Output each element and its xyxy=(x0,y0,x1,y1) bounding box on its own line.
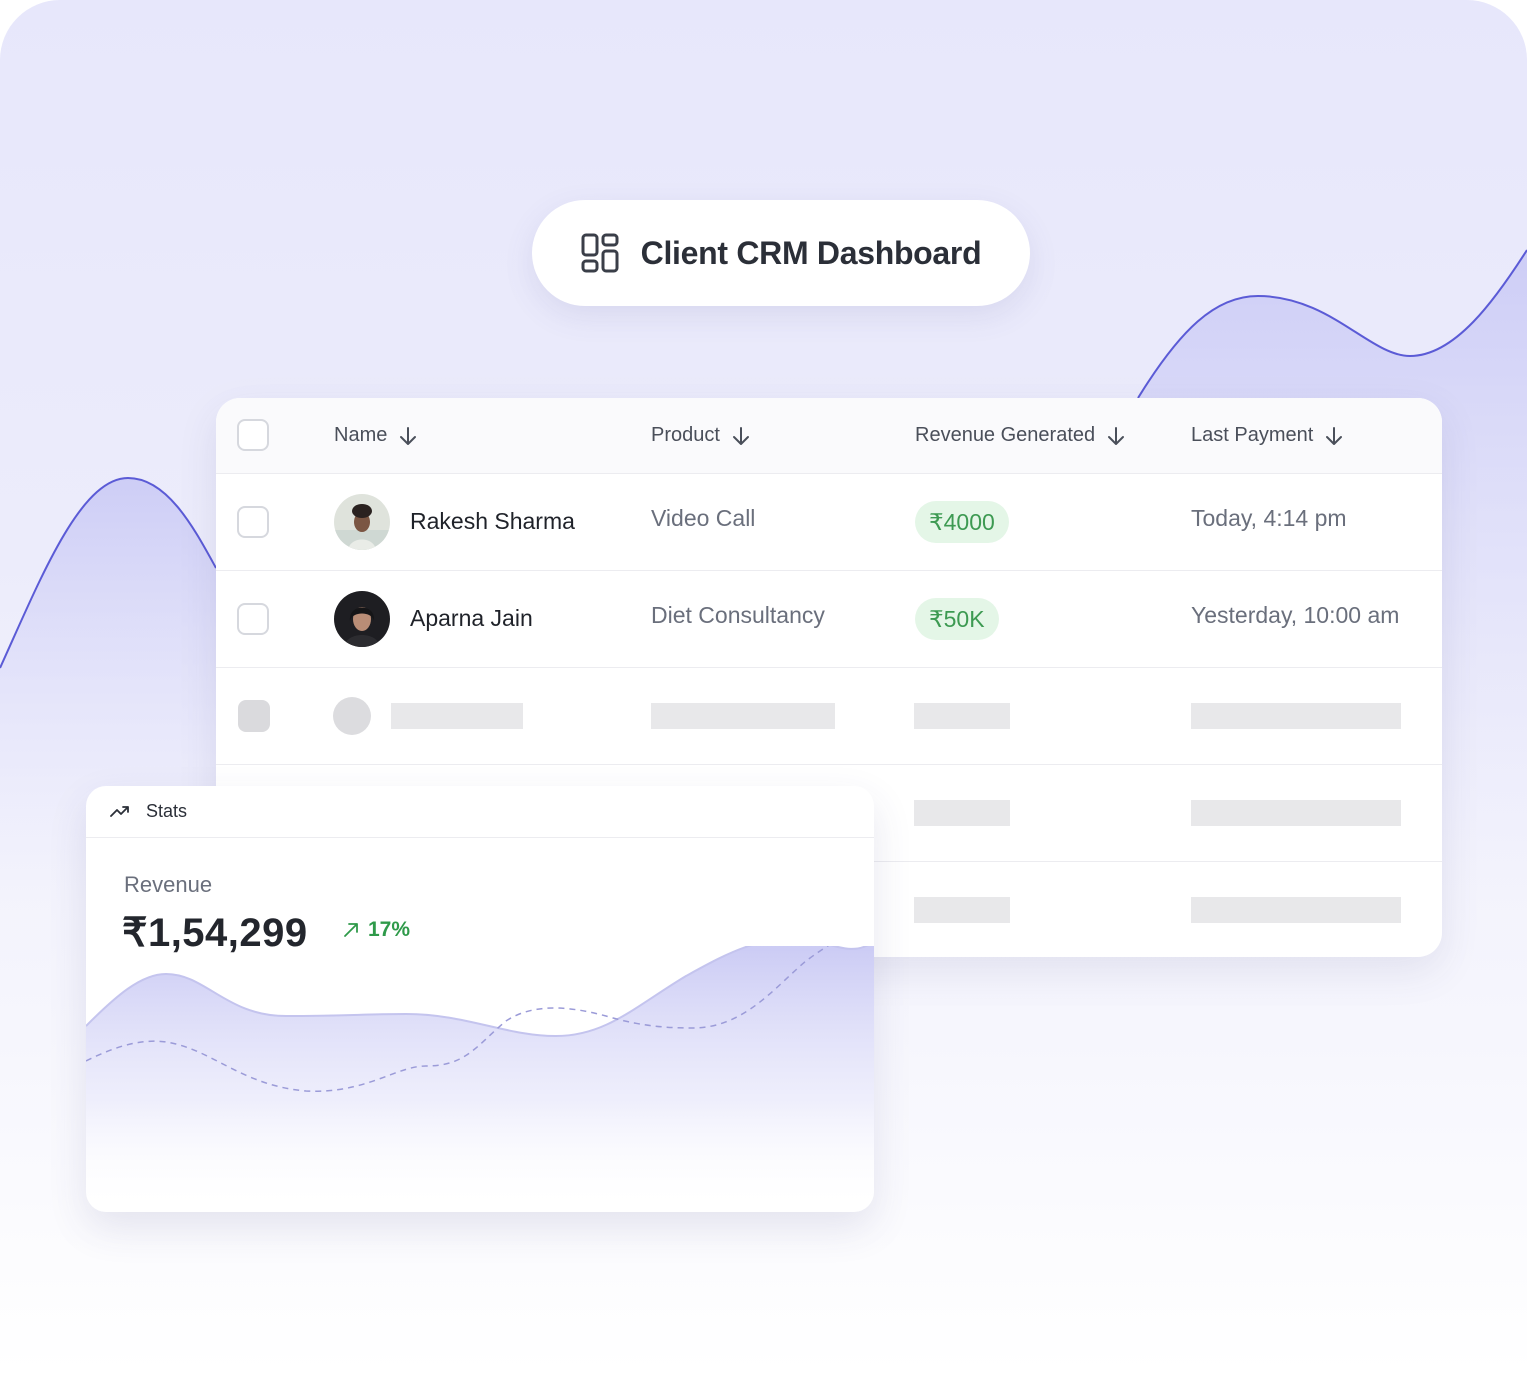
arrow-down-icon xyxy=(1326,426,1343,445)
arrow-down-icon xyxy=(732,426,749,445)
placeholder-bar xyxy=(391,703,523,729)
column-label: Revenue Generated xyxy=(915,424,1096,446)
column-label: Last Payment xyxy=(1191,424,1314,446)
avatar-image xyxy=(334,494,390,550)
avatar xyxy=(334,591,390,647)
arrow-up-right-icon xyxy=(344,923,358,937)
placeholder-checkbox xyxy=(238,700,270,732)
product-name: Video Call xyxy=(651,505,756,531)
placeholder-bar xyxy=(1191,897,1401,923)
stats-header: Stats xyxy=(86,786,874,838)
avatar-image xyxy=(334,591,390,647)
trend-up-icon xyxy=(110,805,129,817)
product-name: Diet Consultancy xyxy=(651,602,825,628)
column-header-name[interactable]: Name xyxy=(334,398,419,473)
client-name: Aparna Jain xyxy=(410,605,533,631)
placeholder-bar xyxy=(1191,800,1401,826)
grid-layout-icon xyxy=(581,233,619,273)
select-all-checkbox[interactable] xyxy=(237,419,269,451)
placeholder-bar xyxy=(914,897,1010,923)
avatar xyxy=(334,494,390,550)
placeholder-bar xyxy=(1191,703,1401,729)
arrow-down-icon xyxy=(1108,426,1125,445)
page-title: Client CRM Dashboard xyxy=(640,234,982,271)
revenue-sparkline xyxy=(86,946,874,1212)
revenue-badge: ₹50K xyxy=(915,598,999,640)
placeholder-avatar xyxy=(333,697,371,735)
revenue-change: 17% xyxy=(340,918,410,942)
placeholder-bar xyxy=(914,800,1010,826)
stats-card: Stats Revenue ₹1,54,299 17% xyxy=(86,786,874,1212)
table-row[interactable]: Rakesh Sharma Video Call ₹4000 Today, 4:… xyxy=(216,474,1442,571)
column-header-revenue[interactable]: Revenue Generated xyxy=(915,398,1127,473)
last-payment: Today, 4:14 pm xyxy=(1191,505,1347,531)
column-label: Product xyxy=(651,424,720,446)
row-checkbox[interactable] xyxy=(237,603,269,635)
stats-title: Stats xyxy=(146,801,188,821)
last-payment: Yesterday, 10:00 am xyxy=(1191,602,1400,628)
dashboard-title-pill: Client CRM Dashboard xyxy=(532,200,1030,306)
column-header-product[interactable]: Product xyxy=(651,398,752,473)
placeholder-row xyxy=(216,668,1442,765)
table-row[interactable]: Aparna Jain Diet Consultancy ₹50K Yester… xyxy=(216,571,1442,668)
table-header: Name Product Revenue Generated Last Paym… xyxy=(216,398,1442,474)
column-header-last-payment[interactable]: Last Payment xyxy=(1191,398,1345,473)
revenue-change-value: 17% xyxy=(368,918,411,941)
arrow-down-icon xyxy=(400,426,417,445)
row-checkbox[interactable] xyxy=(237,506,269,538)
placeholder-bar xyxy=(914,703,1010,729)
client-name: Rakesh Sharma xyxy=(410,508,575,534)
revenue-badge: ₹4000 xyxy=(915,501,1009,543)
column-label: Name xyxy=(334,424,388,446)
placeholder-bar xyxy=(651,703,835,729)
revenue-label: Revenue xyxy=(124,872,213,897)
